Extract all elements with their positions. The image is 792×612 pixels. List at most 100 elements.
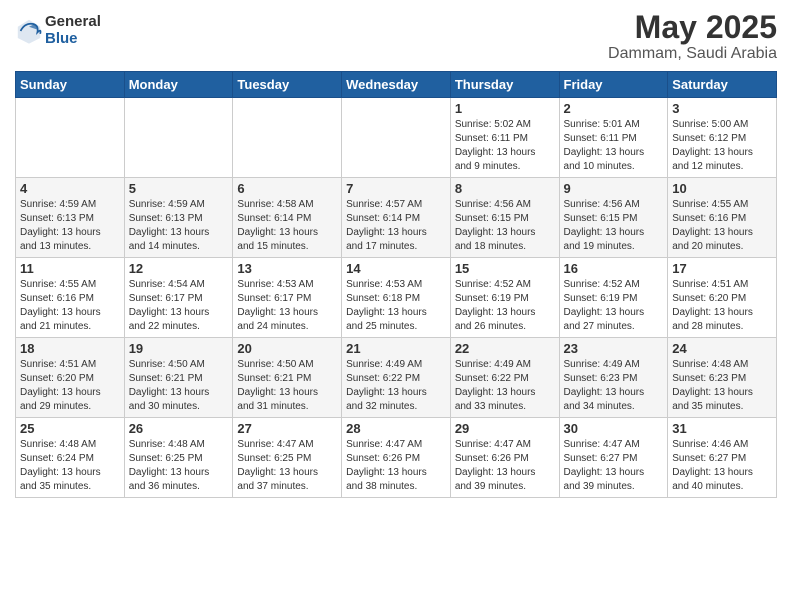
calendar-cell: 6 Sunrise: 4:58 AM Sunset: 6:14 PM Daylig… xyxy=(233,178,342,258)
calendar-cell: 5 Sunrise: 4:59 AM Sunset: 6:13 PM Daylig… xyxy=(124,178,233,258)
calendar-cell: 18Sunrise: 4:51 AM Sunset: 6:20 PM Dayli… xyxy=(16,338,125,418)
calendar-cell: 4Sunrise: 4:59 AM Sunset: 6:13 PM Daylig… xyxy=(16,178,125,258)
day-info: Sunrise: 4:55 AM Sunset: 6:16 PM Dayligh… xyxy=(20,278,120,334)
day-info: Sunrise: 4:47 AM Sunset: 6:25 PM Dayligh… xyxy=(237,438,337,494)
calendar-cell: 10 Sunrise: 4:55 AM Sunset: 6:16 PM Dayli… xyxy=(668,178,777,258)
calendar-cell: 1Sunrise: 5:02 AM Sunset: 6:11 PM Daylig… xyxy=(450,98,559,178)
day-info: Sunrise: 4:46 AM Sunset: 6:27 PM Dayligh… xyxy=(672,438,772,494)
logo: General Blue xyxy=(15,14,101,47)
day-number: 25 xyxy=(20,421,120,436)
calendar-cell xyxy=(233,98,342,178)
day-info: Sunrise: 4:54 AM Sunset: 6:17 PM Dayligh… xyxy=(129,278,229,334)
day-number: 22 xyxy=(455,341,555,356)
calendar-cell: 15 Sunrise: 4:52 AM Sunset: 6:19 PM Dayli… xyxy=(450,258,559,338)
day-number: 6 xyxy=(237,181,337,196)
day-number: 12 xyxy=(129,261,229,276)
logo-text: General Blue xyxy=(45,14,101,47)
day-info: Sunrise: 4:55 AM Sunset: 6:16 PM Dayligh… xyxy=(672,198,772,254)
calendar-cell: 16 Sunrise: 4:52 AM Sunset: 6:19 PM Dayli… xyxy=(559,258,668,338)
calendar-header-tuesday: Tuesday xyxy=(233,72,342,98)
day-info: Sunrise: 4:52 AM Sunset: 6:19 PM Dayligh… xyxy=(455,278,555,334)
calendar-header-saturday: Saturday xyxy=(668,72,777,98)
day-info: Sunrise: 4:48 AM Sunset: 6:23 PM Dayligh… xyxy=(672,358,772,414)
page-subtitle: Dammam, Saudi Arabia xyxy=(608,45,777,63)
calendar-cell xyxy=(124,98,233,178)
calendar-week-row: 18Sunrise: 4:51 AM Sunset: 6:20 PM Dayli… xyxy=(16,338,777,418)
calendar-cell: 28 Sunrise: 4:47 AM Sunset: 6:26 PM Dayli… xyxy=(342,418,451,498)
day-number: 23 xyxy=(564,341,664,356)
day-info: Sunrise: 4:50 AM Sunset: 6:21 PM Dayligh… xyxy=(129,358,229,414)
day-number: 29 xyxy=(455,421,555,436)
day-number: 8 xyxy=(455,181,555,196)
logo-blue-text: Blue xyxy=(45,31,101,48)
calendar-cell: 14Sunrise: 4:53 AM Sunset: 6:18 PM Dayli… xyxy=(342,258,451,338)
calendar-header-wednesday: Wednesday xyxy=(342,72,451,98)
calendar-cell: 8Sunrise: 4:56 AM Sunset: 6:15 PM Daylig… xyxy=(450,178,559,258)
day-info: Sunrise: 4:48 AM Sunset: 6:24 PM Dayligh… xyxy=(20,438,120,494)
day-number: 28 xyxy=(346,421,446,436)
calendar-cell: 29Sunrise: 4:47 AM Sunset: 6:26 PM Dayli… xyxy=(450,418,559,498)
day-info: Sunrise: 4:49 AM Sunset: 6:23 PM Dayligh… xyxy=(564,358,664,414)
calendar-cell: 25 Sunrise: 4:48 AM Sunset: 6:24 PM Dayli… xyxy=(16,418,125,498)
day-number: 13 xyxy=(237,261,337,276)
day-info: Sunrise: 4:59 AM Sunset: 6:13 PM Dayligh… xyxy=(129,198,229,254)
calendar-cell: 30 Sunrise: 4:47 AM Sunset: 6:27 PM Dayli… xyxy=(559,418,668,498)
calendar-header-row: SundayMondayTuesdayWednesdayThursdayFrid… xyxy=(16,72,777,98)
day-info: Sunrise: 4:47 AM Sunset: 6:26 PM Dayligh… xyxy=(346,438,446,494)
day-number: 5 xyxy=(129,181,229,196)
day-info: Sunrise: 4:47 AM Sunset: 6:27 PM Dayligh… xyxy=(564,438,664,494)
day-number: 15 xyxy=(455,261,555,276)
day-number: 24 xyxy=(672,341,772,356)
day-info: Sunrise: 4:59 AM Sunset: 6:13 PM Dayligh… xyxy=(20,198,120,254)
calendar-week-row: 4Sunrise: 4:59 AM Sunset: 6:13 PM Daylig… xyxy=(16,178,777,258)
calendar-cell: 24 Sunrise: 4:48 AM Sunset: 6:23 PM Dayli… xyxy=(668,338,777,418)
calendar-cell: 3 Sunrise: 5:00 AM Sunset: 6:12 PM Daylig… xyxy=(668,98,777,178)
page-title: May 2025 xyxy=(608,10,777,45)
calendar-week-row: 1Sunrise: 5:02 AM Sunset: 6:11 PM Daylig… xyxy=(16,98,777,178)
calendar-header-thursday: Thursday xyxy=(450,72,559,98)
day-info: Sunrise: 4:48 AM Sunset: 6:25 PM Dayligh… xyxy=(129,438,229,494)
day-info: Sunrise: 4:56 AM Sunset: 6:15 PM Dayligh… xyxy=(564,198,664,254)
day-number: 17 xyxy=(672,261,772,276)
day-info: Sunrise: 4:52 AM Sunset: 6:19 PM Dayligh… xyxy=(564,278,664,334)
calendar-cell: 20Sunrise: 4:50 AM Sunset: 6:21 PM Dayli… xyxy=(233,338,342,418)
calendar-header-monday: Monday xyxy=(124,72,233,98)
calendar-cell xyxy=(342,98,451,178)
day-number: 9 xyxy=(564,181,664,196)
day-info: Sunrise: 5:01 AM Sunset: 6:11 PM Dayligh… xyxy=(564,118,664,174)
day-number: 31 xyxy=(672,421,772,436)
day-number: 16 xyxy=(564,261,664,276)
day-number: 11 xyxy=(20,261,120,276)
calendar-cell: 27 Sunrise: 4:47 AM Sunset: 6:25 PM Dayli… xyxy=(233,418,342,498)
day-number: 18 xyxy=(20,341,120,356)
calendar-cell: 17Sunrise: 4:51 AM Sunset: 6:20 PM Dayli… xyxy=(668,258,777,338)
calendar-table: SundayMondayTuesdayWednesdayThursdayFrid… xyxy=(15,71,777,498)
day-number: 26 xyxy=(129,421,229,436)
day-info: Sunrise: 4:58 AM Sunset: 6:14 PM Dayligh… xyxy=(237,198,337,254)
calendar-cell: 31 Sunrise: 4:46 AM Sunset: 6:27 PM Dayli… xyxy=(668,418,777,498)
calendar-week-row: 11 Sunrise: 4:55 AM Sunset: 6:16 PM Dayli… xyxy=(16,258,777,338)
logo-general-text: General xyxy=(45,14,101,31)
day-number: 30 xyxy=(564,421,664,436)
calendar-cell: 26 Sunrise: 4:48 AM Sunset: 6:25 PM Dayli… xyxy=(124,418,233,498)
calendar-cell xyxy=(16,98,125,178)
day-info: Sunrise: 4:49 AM Sunset: 6:22 PM Dayligh… xyxy=(346,358,446,414)
day-number: 7 xyxy=(346,181,446,196)
day-number: 10 xyxy=(672,181,772,196)
calendar-cell: 9 Sunrise: 4:56 AM Sunset: 6:15 PM Daylig… xyxy=(559,178,668,258)
day-info: Sunrise: 4:57 AM Sunset: 6:14 PM Dayligh… xyxy=(346,198,446,254)
header: General Blue May 2025 Dammam, Saudi Arab… xyxy=(15,10,777,63)
logo-icon xyxy=(15,17,43,45)
calendar-week-row: 25 Sunrise: 4:48 AM Sunset: 6:24 PM Dayli… xyxy=(16,418,777,498)
day-number: 14 xyxy=(346,261,446,276)
day-info: Sunrise: 5:00 AM Sunset: 6:12 PM Dayligh… xyxy=(672,118,772,174)
calendar-cell: 12 Sunrise: 4:54 AM Sunset: 6:17 PM Dayli… xyxy=(124,258,233,338)
day-number: 27 xyxy=(237,421,337,436)
day-number: 20 xyxy=(237,341,337,356)
calendar-cell: 23 Sunrise: 4:49 AM Sunset: 6:23 PM Dayli… xyxy=(559,338,668,418)
calendar-cell: 7 Sunrise: 4:57 AM Sunset: 6:14 PM Daylig… xyxy=(342,178,451,258)
calendar-header-sunday: Sunday xyxy=(16,72,125,98)
day-info: Sunrise: 4:53 AM Sunset: 6:17 PM Dayligh… xyxy=(237,278,337,334)
calendar-cell: 2Sunrise: 5:01 AM Sunset: 6:11 PM Daylig… xyxy=(559,98,668,178)
day-number: 3 xyxy=(672,101,772,116)
